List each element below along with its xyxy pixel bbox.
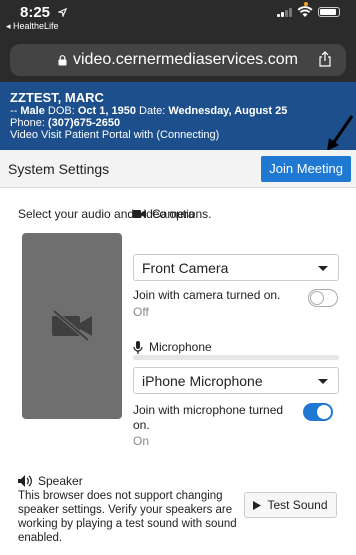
- camera-select-value: Front Camera: [142, 259, 229, 276]
- microphone-label-row: Microphone: [133, 340, 212, 354]
- speaker-label-row: Speaker: [18, 474, 83, 488]
- patient-phone: (307)675-2650: [47, 117, 121, 129]
- microphone-icon: [133, 340, 143, 354]
- speaker-icon: [18, 475, 32, 487]
- video-camera-icon: [133, 210, 146, 218]
- visit-date: Wednesday, August 25: [168, 105, 288, 117]
- status-icons: [277, 6, 340, 18]
- patient-sex: Male: [20, 105, 45, 117]
- camera-join-text: Join with camera turned on.: [133, 288, 281, 302]
- url-text: video.cernermediaservices.com: [73, 51, 298, 68]
- status-time: 8:25: [20, 4, 51, 21]
- microphone-join-text: Join with microphone turned on.: [133, 403, 284, 432]
- annotation-arrow: [327, 115, 354, 151]
- camera-label: Camera: [152, 207, 195, 221]
- microphone-state: On: [133, 434, 150, 448]
- play-icon: [253, 500, 262, 510]
- microphone-label: Microphone: [149, 340, 212, 354]
- camera-state: Off: [133, 305, 149, 319]
- microphone-toggle[interactable]: [303, 403, 333, 421]
- settings-header: System Settings Join Meeting: [0, 150, 356, 188]
- microphone-level-meter: [133, 355, 339, 360]
- lock-icon: [58, 54, 67, 65]
- chevron-down-icon: [318, 266, 328, 271]
- settings-title: System Settings: [8, 160, 110, 177]
- battery-icon: [318, 7, 340, 17]
- demographics-prefix: --: [10, 105, 21, 117]
- join-meeting-button[interactable]: Join Meeting: [261, 155, 351, 182]
- camera-select[interactable]: Front Camera: [133, 254, 339, 281]
- dob-label: DOB:: [44, 105, 78, 117]
- url-bar[interactable]: video.cernermediaservices.com: [10, 44, 346, 76]
- microphone-select-value: iPhone Microphone: [142, 372, 263, 389]
- share-icon[interactable]: [318, 51, 332, 67]
- portal-status: Video Visit Patient Portal with (Connect…: [10, 129, 220, 141]
- speaker-help-text: This browser does not support changing s…: [18, 490, 237, 544]
- test-sound-button[interactable]: Test Sound: [244, 492, 337, 518]
- location-arrow-icon: [58, 8, 67, 17]
- video-preview: [22, 233, 122, 419]
- toggle-knob: [317, 405, 331, 419]
- wifi-icon: [297, 6, 313, 17]
- back-to-app-link[interactable]: ◂ HealtheLife: [6, 21, 59, 32]
- phone-label: Phone:: [10, 117, 48, 129]
- cellular-signal-icon: [277, 7, 292, 17]
- microphone-select[interactable]: iPhone Microphone: [133, 367, 339, 394]
- speaker-label: Speaker: [38, 474, 83, 488]
- toggle-knob: [310, 291, 324, 305]
- camera-off-icon: [52, 309, 92, 341]
- patient-demographics: -- Male DOB: Oct 1, 1950 Date: Wednesday…: [10, 105, 346, 117]
- patient-name: ZZTEST, MARC: [10, 90, 104, 105]
- patient-dob: Oct 1, 1950: [77, 105, 136, 117]
- test-sound-label: Test Sound: [267, 498, 328, 512]
- camera-toggle[interactable]: [308, 289, 338, 307]
- patient-phone-row: Phone: (307)675-2650: [10, 117, 346, 129]
- date-label: Date:: [135, 105, 169, 117]
- patient-banner: ZZTEST, MARC -- Male DOB: Oct 1, 1950 Da…: [0, 82, 356, 150]
- camera-label-row: Camera: [133, 207, 195, 221]
- browser-chrome: 8:25 ◂ HealtheLife video.cernermediaserv…: [0, 0, 356, 82]
- chevron-down-icon: [318, 379, 328, 384]
